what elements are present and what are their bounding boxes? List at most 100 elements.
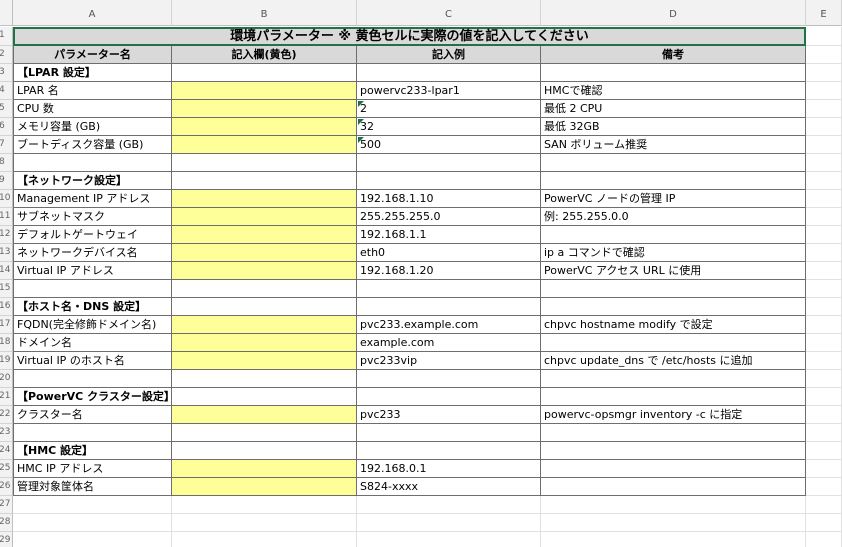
cell[interactable] <box>13 154 172 172</box>
cell[interactable] <box>13 514 172 532</box>
param-name-cell[interactable]: LPAR 名 <box>13 82 172 100</box>
cell[interactable] <box>172 370 357 388</box>
example-cell[interactable]: 500 <box>357 136 541 154</box>
section-label[interactable]: 【ネットワーク設定】 <box>13 172 172 190</box>
cell[interactable] <box>806 172 842 190</box>
header-notes[interactable]: 備考 <box>541 46 806 64</box>
cell[interactable] <box>357 532 541 547</box>
cell[interactable] <box>357 280 541 298</box>
input-cell[interactable] <box>172 262 357 280</box>
row-header-25[interactable]: 25 <box>0 460 13 478</box>
cell[interactable] <box>806 136 842 154</box>
cell[interactable] <box>806 478 842 496</box>
cell[interactable] <box>806 100 842 118</box>
row-header-5[interactable]: 5 <box>0 100 13 118</box>
cell[interactable] <box>357 298 541 316</box>
cell[interactable] <box>806 316 842 334</box>
param-name-cell[interactable]: クラスター名 <box>13 406 172 424</box>
section-label[interactable]: 【ホスト名・DNS 設定】 <box>13 298 172 316</box>
cell[interactable] <box>806 118 842 136</box>
cell[interactable] <box>357 514 541 532</box>
column-header-b[interactable]: B <box>172 0 357 26</box>
notes-cell[interactable]: HMCで確認 <box>541 82 806 100</box>
param-name-cell[interactable]: デフォルトゲートウェイ <box>13 226 172 244</box>
notes-cell[interactable] <box>541 478 806 496</box>
notes-cell[interactable]: 例: 255.255.0.0 <box>541 208 806 226</box>
example-cell[interactable]: 192.168.1.20 <box>357 262 541 280</box>
row-header-26[interactable]: 26 <box>0 478 13 496</box>
cell-e1[interactable] <box>806 27 842 46</box>
example-cell[interactable]: pvc233vip <box>357 352 541 370</box>
notes-cell[interactable] <box>541 226 806 244</box>
cell[interactable] <box>172 388 357 406</box>
row-header-3[interactable]: 3 <box>0 64 13 82</box>
column-header-c[interactable]: C <box>357 0 541 26</box>
cell[interactable] <box>806 352 842 370</box>
notes-cell[interactable]: 最低 32GB <box>541 118 806 136</box>
row-header-10[interactable]: 10 <box>0 190 13 208</box>
input-cell[interactable] <box>172 316 357 334</box>
cell[interactable] <box>172 496 357 514</box>
row-header-24[interactable]: 24 <box>0 442 13 460</box>
input-cell[interactable] <box>172 208 357 226</box>
cell[interactable] <box>806 406 842 424</box>
param-name-cell[interactable]: ドメイン名 <box>13 334 172 352</box>
title-cell[interactable]: 環境パラメーター ※ 黄色セルに実際の値を記入してください <box>13 27 806 46</box>
example-cell[interactable]: 192.168.1.1 <box>357 226 541 244</box>
cell[interactable] <box>357 442 541 460</box>
cell[interactable] <box>806 262 842 280</box>
column-header-e[interactable]: E <box>806 0 842 26</box>
example-cell[interactable]: 192.168.0.1 <box>357 460 541 478</box>
notes-cell[interactable]: chpvc update_dns で /etc/hosts に追加 <box>541 352 806 370</box>
cell[interactable] <box>541 496 806 514</box>
header-example[interactable]: 記入例 <box>357 46 541 64</box>
row-header-14[interactable]: 14 <box>0 262 13 280</box>
cell[interactable] <box>357 154 541 172</box>
cell[interactable] <box>806 298 842 316</box>
param-name-cell[interactable]: FQDN(完全修飾ドメイン名) <box>13 316 172 334</box>
param-name-cell[interactable]: HMC IP アドレス <box>13 460 172 478</box>
row-header-21[interactable]: 21 <box>0 388 13 406</box>
param-name-cell[interactable]: ネットワークデバイス名 <box>13 244 172 262</box>
cell[interactable] <box>541 298 806 316</box>
input-cell[interactable] <box>172 226 357 244</box>
input-cell[interactable] <box>172 190 357 208</box>
notes-cell[interactable]: powervc-opsmgr inventory -c に指定 <box>541 406 806 424</box>
cell[interactable] <box>806 496 842 514</box>
cell[interactable] <box>806 424 842 442</box>
row-header-6[interactable]: 6 <box>0 118 13 136</box>
cell[interactable] <box>357 388 541 406</box>
example-cell[interactable]: 2 <box>357 100 541 118</box>
param-name-cell[interactable]: Virtual IP アドレス <box>13 262 172 280</box>
cell[interactable] <box>13 532 172 547</box>
example-cell[interactable]: example.com <box>357 334 541 352</box>
cell[interactable] <box>541 172 806 190</box>
notes-cell[interactable]: PowerVC アクセス URL に使用 <box>541 262 806 280</box>
example-cell[interactable]: 192.168.1.10 <box>357 190 541 208</box>
row-header-8[interactable]: 8 <box>0 154 13 172</box>
section-label[interactable]: 【PowerVC クラスター設定】 <box>13 388 172 406</box>
row-header-18[interactable]: 18 <box>0 334 13 352</box>
cell[interactable] <box>357 64 541 82</box>
cell[interactable] <box>541 424 806 442</box>
example-cell[interactable]: pvc233.example.com <box>357 316 541 334</box>
column-header-a[interactable]: A <box>13 0 172 26</box>
example-cell[interactable]: 32 <box>357 118 541 136</box>
cell[interactable] <box>806 532 842 547</box>
cell[interactable] <box>357 496 541 514</box>
param-name-cell[interactable]: ブートディスク容量 (GB) <box>13 136 172 154</box>
select-all-corner[interactable] <box>0 0 13 26</box>
cell[interactable] <box>806 190 842 208</box>
example-cell[interactable]: 255.255.255.0 <box>357 208 541 226</box>
example-cell[interactable]: powervc233-lpar1 <box>357 82 541 100</box>
cell[interactable] <box>806 460 842 478</box>
row-header-15[interactable]: 15 <box>0 280 13 298</box>
example-cell[interactable]: eth0 <box>357 244 541 262</box>
cell[interactable] <box>541 154 806 172</box>
input-cell[interactable] <box>172 118 357 136</box>
row-header-13[interactable]: 13 <box>0 244 13 262</box>
cell[interactable] <box>806 280 842 298</box>
cell[interactable] <box>806 154 842 172</box>
cell[interactable] <box>541 514 806 532</box>
cell[interactable] <box>806 208 842 226</box>
